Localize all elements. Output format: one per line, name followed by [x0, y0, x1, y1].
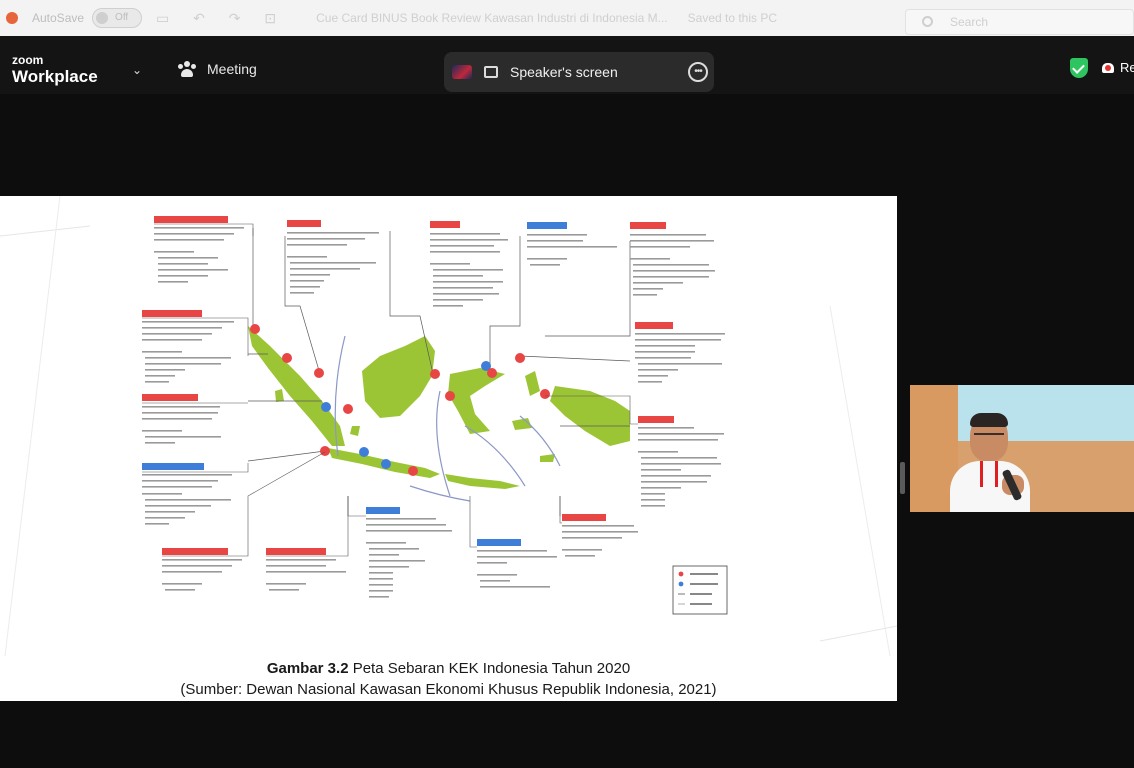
quick-access-icons[interactable]: ▭ ↶ ↷ ⊡: [156, 10, 286, 27]
label-tag: [142, 310, 202, 317]
label-tag: [142, 394, 198, 401]
meeting-icon: [178, 61, 196, 77]
autosave-label: AutoSave: [32, 11, 85, 25]
speaker-thumbnail: [452, 65, 472, 79]
monitor-icon: [484, 66, 498, 78]
chevron-down-icon[interactable]: ⌄: [132, 63, 142, 77]
search-icon: [922, 16, 933, 27]
label-tag: [162, 548, 228, 555]
label-tag: [430, 221, 460, 228]
record-icon: [1102, 62, 1114, 73]
label-tag: [366, 507, 400, 514]
label-tag: [266, 548, 326, 555]
map-land: [248, 326, 630, 489]
autosave-toggle[interactable]: Off: [92, 8, 143, 28]
word-title-bar: AutoSave Off ▭ ↶ ↷ ⊡ Cue Card BINUS Book…: [0, 0, 1134, 36]
saved-status[interactable]: Saved to this PC: [688, 11, 777, 25]
search-input[interactable]: Search: [905, 9, 1134, 35]
speaker-screen-pill[interactable]: Speaker's screen •••: [444, 52, 714, 92]
label-tag: [635, 322, 673, 329]
caption-source: (Sumber: Dewan Nasional Kawasan Ekonomi …: [180, 681, 717, 698]
label-tag: [287, 220, 321, 227]
brand-big: Workplace: [12, 67, 98, 86]
figure-caption: Gambar 3.2 Peta Sebaran KEK Indonesia Ta…: [0, 658, 897, 700]
shield-icon[interactable]: [1070, 58, 1088, 78]
meeting-button[interactable]: Meeting: [178, 61, 257, 77]
speaker-video-tile[interactable]: [910, 385, 1134, 512]
label-tag: [562, 514, 606, 521]
caption-number: Gambar 3.2: [266, 660, 349, 677]
label-tag: [154, 216, 228, 223]
zoom-workplace-logo[interactable]: zoom Workplace: [12, 54, 98, 85]
more-icon[interactable]: •••: [688, 62, 708, 82]
zoom-header: zoom Workplace ⌄ Meeting Speaker's scree…: [0, 36, 1134, 94]
label-tag: [630, 222, 666, 229]
document-title: Cue Card BINUS Book Review Kawasan Indus…: [316, 11, 668, 25]
meeting-label: Meeting: [207, 61, 257, 77]
split-view-handle[interactable]: [900, 462, 905, 494]
shared-screen: Gambar 3.2 Peta Sebaran KEK Indonesia Ta…: [0, 196, 897, 701]
brand-small: zoom: [12, 53, 44, 67]
caption-title: Peta Sebaran KEK Indonesia Tahun 2020: [348, 660, 631, 677]
speaker-screen-label: Speaker's screen: [510, 64, 618, 80]
search-placeholder: Search: [950, 15, 989, 29]
recording-indicator[interactable]: Re: [1102, 60, 1134, 75]
label-tag: [142, 463, 204, 470]
kek-map: [0, 196, 897, 657]
office-app-icon: [6, 12, 18, 24]
label-tag: [527, 222, 567, 229]
recording-label: Re: [1120, 60, 1134, 75]
label-tag: [638, 416, 674, 423]
label-tag: [477, 539, 521, 546]
